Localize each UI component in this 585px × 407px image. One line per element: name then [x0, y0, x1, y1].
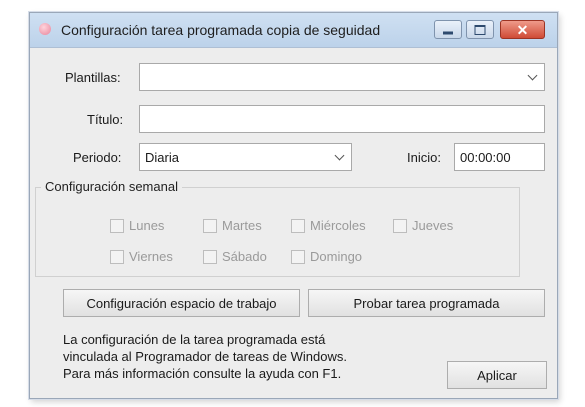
close-icon: ✕: [516, 21, 529, 38]
periodo-value: Diaria: [145, 150, 179, 165]
chevron-down-icon: [527, 70, 538, 81]
checkbox-lunes[interactable]: Lunes: [110, 218, 164, 233]
inicio-label: Inicio:: [407, 150, 441, 165]
checkbox-jueves[interactable]: Jueves: [393, 218, 453, 233]
periodo-label: Periodo:: [73, 150, 122, 165]
inicio-value: 00:00:00: [460, 150, 511, 165]
plantillas-select[interactable]: [139, 63, 545, 91]
info-text: La configuración de la tarea programada …: [63, 331, 347, 382]
checkbox-label: Domingo: [310, 249, 363, 264]
chevron-down-icon: [334, 150, 345, 161]
checkbox-domingo[interactable]: Domingo: [291, 249, 362, 264]
inicio-time-field[interactable]: 00:00:00: [454, 143, 545, 171]
apply-button[interactable]: Aplicar: [447, 361, 547, 389]
window-title: Configuración tarea programada copia de …: [61, 22, 381, 38]
info-line-1: La configuración de la tarea programada …: [63, 332, 326, 347]
minimize-icon: [443, 31, 453, 34]
maximize-icon: [474, 24, 486, 35]
checkbox-miercoles[interactable]: Miércoles: [291, 218, 366, 233]
checkbox-viernes[interactable]: Viernes: [110, 249, 173, 264]
checkbox-label: Sábado: [222, 249, 267, 264]
checkbox-label: Viernes: [129, 249, 173, 264]
plantillas-label: Plantillas:: [65, 70, 121, 85]
checkbox-box: [393, 218, 407, 233]
test-task-button[interactable]: Probar tarea programada: [308, 289, 545, 317]
checkbox-box: [110, 218, 124, 233]
checkbox-box: [291, 218, 305, 233]
checkbox-box: [203, 218, 217, 233]
weekly-config-title: Configuración semanal: [41, 179, 182, 194]
info-line-2: vinculada al Programador de tareas de Wi…: [63, 349, 347, 364]
close-button[interactable]: ✕: [500, 20, 545, 39]
checkbox-box: [110, 249, 124, 264]
titulo-input[interactable]: [139, 105, 545, 133]
minimize-button[interactable]: [434, 20, 462, 39]
checkbox-label: Martes: [222, 218, 262, 233]
checkbox-box: [291, 249, 305, 264]
app-icon: [39, 23, 51, 35]
checkbox-martes[interactable]: Martes: [203, 218, 262, 233]
workspace-config-button[interactable]: Configuración espacio de trabajo: [63, 289, 300, 317]
periodo-select[interactable]: Diaria: [139, 143, 352, 171]
title-bar[interactable]: Configuración tarea programada copia de …: [30, 13, 557, 48]
checkbox-label: Lunes: [129, 218, 165, 233]
titulo-label: Título:: [87, 112, 124, 127]
info-line-3: Para más información consulte la ayuda c…: [63, 366, 342, 381]
checkbox-box: [203, 249, 217, 264]
checkbox-label: Miércoles: [310, 218, 366, 233]
maximize-button[interactable]: [466, 20, 494, 39]
checkbox-label: Jueves: [412, 218, 454, 233]
checkbox-sabado[interactable]: Sábado: [203, 249, 267, 264]
